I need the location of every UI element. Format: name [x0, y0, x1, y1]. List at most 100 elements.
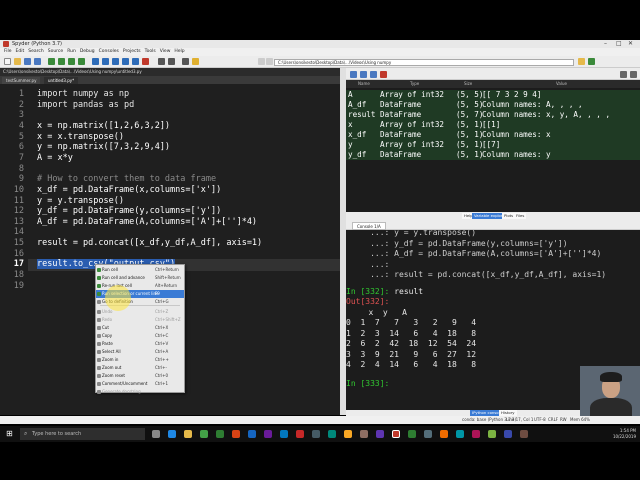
file-explorer-icon[interactable] [184, 430, 192, 438]
menu-tools[interactable]: Tools [145, 48, 156, 56]
terminal-icon[interactable] [312, 430, 320, 438]
onenote-icon[interactable] [264, 430, 272, 438]
context-menu-item[interactable]: Undo Ctrl+Z [96, 308, 184, 316]
edge-icon[interactable] [168, 430, 176, 438]
col-type[interactable]: Type [410, 80, 419, 88]
word-icon[interactable] [248, 430, 256, 438]
outlook-icon[interactable] [280, 430, 288, 438]
variable-row[interactable]: A_df DataFrame (5, 5) Column names: A, , , … [346, 100, 640, 110]
maximize-pane-icon[interactable] [158, 58, 165, 65]
parent-dir-icon[interactable] [588, 58, 595, 65]
save-all-icon[interactable] [34, 58, 41, 65]
run-cell-advance-icon[interactable] [68, 58, 75, 65]
preferences-icon[interactable] [182, 58, 189, 65]
context-menu-item[interactable]: Cut Ctrl+X [96, 324, 184, 332]
windows-start-icon[interactable]: ⊞ [6, 430, 14, 438]
menu-view[interactable]: View [160, 48, 171, 56]
menu-source[interactable]: Source [48, 48, 63, 56]
app-icon-6[interactable] [408, 430, 416, 438]
step-into-icon[interactable] [112, 58, 119, 65]
context-menu-item[interactable]: Comment/Uncomment Ctrl+1 [96, 380, 184, 388]
chrome-icon[interactable] [200, 430, 208, 438]
excel-icon[interactable] [216, 430, 224, 438]
maximize-icon[interactable]: □ [616, 40, 622, 48]
save-data-as-icon[interactable] [370, 71, 377, 78]
app-icon-11[interactable] [488, 430, 496, 438]
variable-row[interactable]: x_df DataFrame (5, 1) Column names: x [346, 130, 640, 140]
run-cell-icon[interactable] [58, 58, 65, 65]
app-icon-10[interactable] [472, 430, 480, 438]
back-arrow-icon[interactable] [258, 58, 265, 65]
app-icon-3[interactable] [344, 430, 352, 438]
powerpoint-icon[interactable] [232, 430, 240, 438]
context-menu-item[interactable]: Select All Ctrl+A [96, 348, 184, 356]
menu-help[interactable]: Help [174, 48, 184, 56]
options-icon[interactable] [630, 71, 637, 78]
run-selection-icon[interactable] [78, 58, 85, 65]
browse-folder-icon[interactable] [578, 58, 585, 65]
forward-arrow-icon[interactable] [266, 58, 273, 65]
context-menu-item[interactable]: Redo Ctrl+Shift+Z [96, 316, 184, 324]
save-data-icon[interactable] [360, 71, 367, 78]
spyder-taskbar-icon[interactable] [392, 430, 400, 438]
python-path-icon[interactable] [192, 58, 199, 65]
save-icon[interactable] [24, 58, 31, 65]
menu-debug[interactable]: Debug [80, 48, 95, 56]
app-icon[interactable] [296, 430, 304, 438]
context-menu-item[interactable]: Run cell and advance Shift+Return [96, 274, 184, 282]
remove-all-variables-icon[interactable] [380, 71, 387, 78]
context-menu-item[interactable]: Paste Ctrl+V [96, 340, 184, 348]
menu-projects[interactable]: Projects [123, 48, 141, 56]
context-menu-item[interactable]: Run cell Ctrl+Return [96, 266, 184, 274]
context-menu-item[interactable]: Copy Ctrl+C [96, 332, 184, 340]
tab-testsummer[interactable]: testSummer.py [2, 77, 41, 84]
import-data-icon[interactable] [350, 71, 357, 78]
col-size[interactable]: Size [464, 80, 472, 88]
app-icon-8[interactable] [440, 430, 448, 438]
run-icon[interactable] [48, 58, 55, 65]
working-directory-input[interactable]: C:\Users\onsikesto\Desktop\Data\...\Vide… [274, 59, 574, 66]
app-icon-9[interactable] [456, 430, 464, 438]
app-icon-5[interactable] [376, 430, 384, 438]
step-return-icon[interactable] [122, 58, 129, 65]
app-icon-7[interactable] [424, 430, 432, 438]
app-icon-2[interactable] [328, 430, 336, 438]
app-icon-13[interactable] [520, 430, 528, 438]
tab-untitled3[interactable]: untitled3.py* [44, 77, 79, 84]
variable-row[interactable]: x Array of int32 (5, 1) [[1] [346, 120, 640, 130]
in-prompt-current[interactable]: In [333]: [346, 379, 389, 388]
menu-file[interactable]: File [4, 48, 12, 56]
context-menu-item[interactable]: Generate docstring [96, 388, 184, 396]
system-clock[interactable]: 1:54 PM 10/22/2019 [608, 428, 636, 440]
app-icon-4[interactable] [360, 430, 368, 438]
variable-row[interactable]: y Array of int32 (5, 1) [[7] [346, 140, 640, 150]
variable-type: DataFrame [380, 110, 422, 119]
minimize-icon[interactable]: – [604, 40, 607, 48]
tab-files[interactable]: Files [514, 213, 527, 219]
context-menu-item[interactable]: Zoom reset Ctrl+0 [96, 372, 184, 380]
context-menu-item[interactable]: Zoom in Ctrl++ [96, 356, 184, 364]
menu-run[interactable]: Run [67, 48, 76, 56]
close-icon[interactable]: ✕ [628, 40, 633, 48]
variable-row[interactable]: result DataFrame (5, 7) Column names: x, y,… [346, 110, 640, 120]
step-icon[interactable] [102, 58, 109, 65]
task-view-icon[interactable] [152, 430, 160, 438]
variable-row[interactable]: A Array of int32 (5, 5)[[ 7 3 2 9 4] [346, 90, 640, 100]
variable-row[interactable]: y_df DataFrame (5, 1) Column names: y [346, 150, 640, 160]
continue-icon[interactable] [132, 58, 139, 65]
debug-icon[interactable] [92, 58, 99, 65]
taskbar-search[interactable]: Type here to search [20, 428, 145, 440]
fullscreen-icon[interactable] [168, 58, 175, 65]
col-value[interactable]: Value [556, 80, 567, 88]
menu-edit[interactable]: Edit [16, 48, 25, 56]
open-file-icon[interactable] [14, 58, 21, 65]
menu-search[interactable]: Search [28, 48, 43, 56]
app-icon-12[interactable] [504, 430, 512, 438]
stop-debug-icon[interactable] [142, 58, 149, 65]
new-file-icon[interactable] [4, 58, 11, 65]
menu-consoles[interactable]: Consoles [99, 48, 119, 56]
tab-console-1[interactable]: Console 1/A [352, 222, 386, 230]
search-icon[interactable] [620, 71, 627, 78]
context-menu-item[interactable]: Zoom out Ctrl+- [96, 364, 184, 372]
col-name[interactable]: Name [358, 80, 370, 88]
